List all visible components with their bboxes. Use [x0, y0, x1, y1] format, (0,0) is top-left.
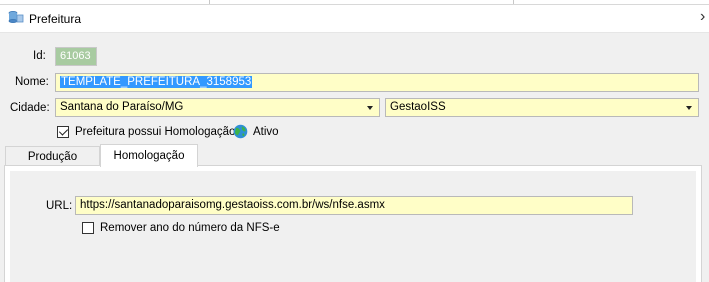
cidade-combobox-value: Santana do Paraíso/MG: [60, 101, 184, 113]
chevron-down-icon[interactable]: [682, 99, 696, 116]
cidade-combobox[interactable]: Santana do Paraíso/MG: [55, 98, 380, 117]
id-field: 61063: [55, 47, 97, 66]
background-window-divider: [513, 0, 514, 4]
url-input[interactable]: https://santanadoparaisomg.gestaoiss.com…: [75, 196, 633, 215]
title-bar: [0, 5, 709, 33]
chevron-down-icon[interactable]: [363, 99, 377, 116]
window-title: Prefeitura: [29, 12, 82, 26]
status-label: Ativo: [253, 126, 279, 138]
homologacao-checkbox[interactable]: [57, 126, 69, 138]
id-label: Id:: [33, 50, 46, 62]
chevron-right-icon[interactable]: ›: [700, 8, 705, 26]
remover-ano-checkbox[interactable]: [82, 222, 94, 234]
provider-combobox-value: GestaoISS: [390, 101, 446, 113]
globe-icon: [233, 124, 248, 139]
provider-combobox[interactable]: GestaoISS: [385, 98, 699, 117]
nome-label: Nome:: [15, 76, 49, 88]
homologacao-checkbox-label[interactable]: Prefeitura possui Homologação: [75, 126, 235, 138]
remover-ano-checkbox-label[interactable]: Remover ano do número da NFS-e: [100, 222, 280, 234]
nome-input-text: TEMPLATE_PREFEITURA_3158953: [60, 76, 253, 88]
tab-homologacao[interactable]: Homologação: [100, 144, 198, 167]
database-icon: [8, 10, 24, 24]
background-window-divider: [209, 0, 210, 4]
nome-input[interactable]: TEMPLATE_PREFEITURA_3158953: [55, 73, 699, 92]
tab-producao[interactable]: Produção: [5, 146, 100, 167]
url-label: URL:: [46, 200, 73, 212]
cidade-label: Cidade:: [10, 102, 50, 114]
